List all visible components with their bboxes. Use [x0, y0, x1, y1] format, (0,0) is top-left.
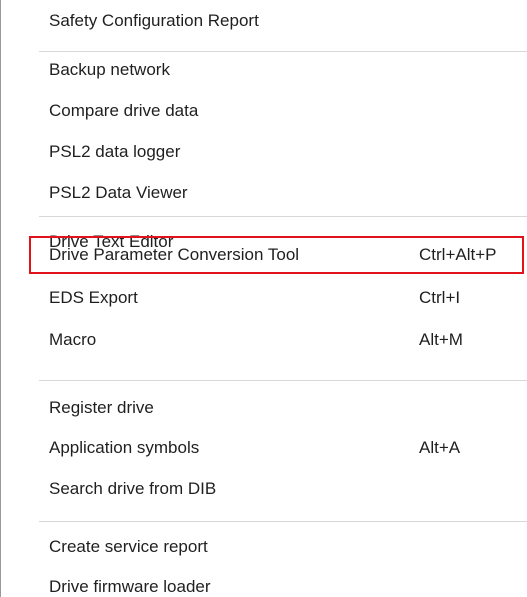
- menu-item-shortcut: Alt+M: [419, 330, 463, 349]
- menu-item-label: PSL2 data logger: [49, 142, 181, 161]
- menu-item-label: EDS Export: [49, 288, 138, 307]
- menu-item-label: Register drive: [49, 398, 154, 417]
- menu-separator: [39, 521, 527, 522]
- menu-item-label: Create service report: [49, 537, 208, 556]
- menu-item-label: Application symbols: [49, 438, 200, 457]
- menu-item-register-drive[interactable]: Register drive: [1, 390, 527, 426]
- menu-item-create-service-report[interactable]: Create service report: [1, 529, 527, 565]
- menu-item-label: Macro: [49, 330, 97, 349]
- menu-item-label: Drive Parameter Conversion Tool: [49, 245, 300, 264]
- menu-item-drive-firmware-loader[interactable]: Drive firmware loader: [1, 569, 527, 597]
- menu-item-label: Search drive from DIB: [49, 479, 217, 498]
- menu-item-psl2-data-viewer[interactable]: PSL2 Data Viewer: [1, 175, 527, 211]
- menu-separator: [39, 380, 527, 381]
- menu-item-label: Drive firmware loader: [49, 577, 211, 596]
- menu-item-search-drive-from-dib[interactable]: Search drive from DIB: [1, 471, 527, 507]
- menu-item-application-symbols[interactable]: Application symbols Alt+A: [1, 430, 527, 466]
- menu-item-label: Compare drive data: [49, 101, 199, 120]
- menu-item-label: Safety Configuration Report: [49, 11, 259, 30]
- menu-item-compare-drive-data[interactable]: Compare drive data: [1, 93, 527, 129]
- context-menu: Safety Configuration Report Backup netwo…: [0, 0, 527, 597]
- menu-separator: [39, 216, 527, 217]
- menu-item-label: Backup network: [49, 60, 170, 79]
- menu-item-eds-export[interactable]: EDS Export Ctrl+I: [1, 280, 527, 316]
- menu-item-shortcut: Ctrl+I: [419, 288, 461, 307]
- menu-item-macro[interactable]: Macro Alt+M: [1, 322, 527, 358]
- menu-item-shortcut: Ctrl+Alt+P: [419, 245, 497, 264]
- menu-item-shortcut: Alt+A: [419, 438, 461, 457]
- menu-item-psl2-data-logger[interactable]: PSL2 data logger: [1, 134, 527, 170]
- menu-item-backup-network[interactable]: Backup network: [1, 52, 527, 88]
- menu-item-drive-parameter-conversion-tool[interactable]: Drive Parameter Conversion Tool Ctrl+Alt…: [1, 237, 527, 273]
- menu-item-safety-configuration-report[interactable]: Safety Configuration Report: [1, 3, 527, 39]
- menu-item-label: PSL2 Data Viewer: [49, 183, 188, 202]
